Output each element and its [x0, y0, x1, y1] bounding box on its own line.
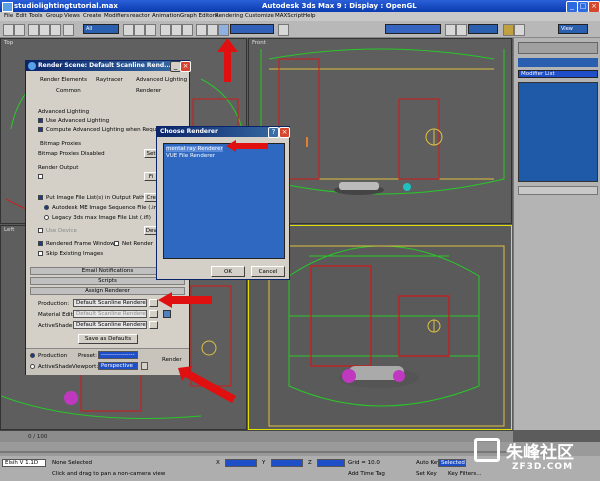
- arrow-to-mental-ray: [226, 140, 268, 152]
- arrow-up-to-render-icon: [217, 38, 238, 82]
- watermark-url: ZF3D.COM: [512, 462, 574, 472]
- tutorial-arrows: [158, 38, 268, 403]
- watermark-cn: 朱峰社区: [506, 443, 574, 463]
- arrow-to-render-button: [178, 366, 236, 403]
- arrow-to-production-field: [158, 292, 212, 308]
- watermark-logo: [474, 438, 500, 462]
- watermark: 朱峰社区 ZF3D.COM: [472, 436, 600, 481]
